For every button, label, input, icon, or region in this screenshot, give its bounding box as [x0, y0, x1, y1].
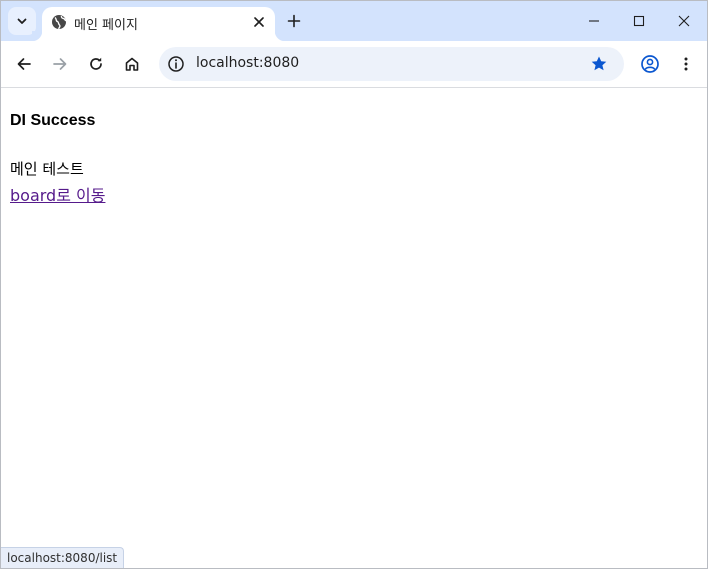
maximize-icon: [633, 15, 645, 27]
reload-button[interactable]: [82, 50, 110, 78]
status-bar: localhost:8080/list: [1, 547, 125, 568]
minimize-button[interactable]: [571, 1, 617, 41]
account-circle-icon: [641, 55, 659, 73]
globe-icon: [51, 14, 67, 30]
tab-title: 메인 페이지: [74, 18, 138, 33]
plus-icon: [287, 14, 301, 28]
tab-close-button[interactable]: [249, 12, 269, 32]
close-icon: [678, 15, 690, 27]
site-info-icon[interactable]: [167, 55, 185, 73]
tab-strip: 메인 페이지: [1, 1, 707, 41]
profile-button[interactable]: [636, 50, 664, 78]
close-icon: [254, 17, 264, 27]
close-window-button[interactable]: [661, 1, 707, 41]
address-url[interactable]: localhost:8080: [196, 55, 299, 71]
new-tab-button[interactable]: [282, 9, 306, 33]
menu-button[interactable]: [672, 50, 700, 78]
home-button[interactable]: [118, 50, 146, 78]
arrow-right-icon: [53, 58, 67, 70]
more-vertical-icon: [684, 57, 688, 71]
minimize-icon: [589, 20, 599, 22]
browser-window: 메인 페이지 localhost:8080 DI Success 메인 테스트 …: [0, 0, 708, 569]
forward-button[interactable]: [46, 50, 74, 78]
page-content: DI Success 메인 테스트 board로 이동: [1, 88, 707, 568]
browser-toolbar: localhost:8080: [1, 41, 707, 88]
page-heading: DI Success: [10, 112, 96, 129]
board-link[interactable]: board로 이동: [10, 182, 105, 206]
address-bar[interactable]: localhost:8080: [159, 47, 624, 81]
active-tab[interactable]: 메인 페이지: [32, 7, 285, 41]
bookmark-star-icon[interactable]: [590, 55, 608, 73]
arrow-left-icon: [17, 58, 31, 70]
reload-icon: [90, 57, 102, 70]
main-test-text: 메인 테스트: [10, 160, 84, 178]
maximize-button[interactable]: [616, 1, 662, 41]
back-button[interactable]: [10, 50, 38, 78]
chevron-down-icon: [17, 18, 27, 24]
home-icon: [125, 57, 139, 71]
